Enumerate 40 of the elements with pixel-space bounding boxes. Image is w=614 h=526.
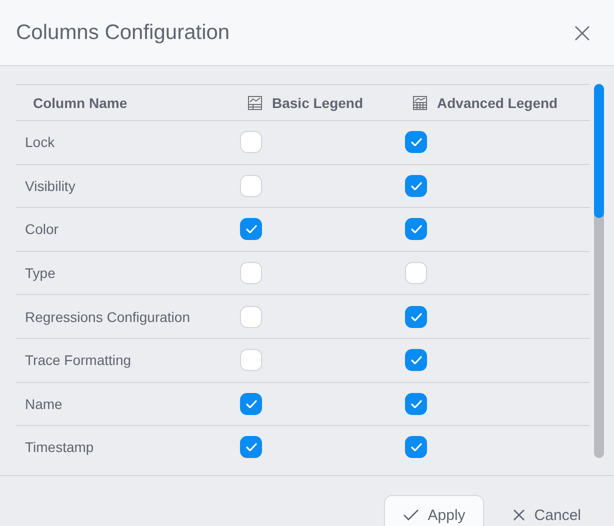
check-icon xyxy=(410,312,422,321)
scrollbar[interactable] xyxy=(594,84,604,458)
checkbox[interactable] xyxy=(405,436,427,458)
column-name: Timestamp xyxy=(24,439,95,456)
cancel-button[interactable]: Cancel xyxy=(494,495,600,526)
column-name: Lock xyxy=(24,134,56,150)
checkbox[interactable] xyxy=(240,218,262,240)
checkbox[interactable] xyxy=(405,306,427,328)
check-icon xyxy=(410,400,422,408)
column-name: Type xyxy=(24,265,56,282)
checkbox[interactable] xyxy=(405,131,427,154)
checkbox[interactable] xyxy=(240,392,262,415)
check-icon xyxy=(246,225,256,234)
checkbox[interactable] xyxy=(405,218,427,240)
check-icon xyxy=(410,225,422,234)
column-name: Name xyxy=(24,396,64,412)
chart-icon xyxy=(248,96,262,110)
column-header: Advanced Legend xyxy=(437,94,558,110)
close-icon xyxy=(513,509,526,521)
checkbox[interactable] xyxy=(405,349,427,372)
checkbox[interactable] xyxy=(405,174,427,197)
column-header: Basic Legend xyxy=(272,94,364,110)
check-icon xyxy=(410,356,422,364)
close-button[interactable]: × xyxy=(566,18,598,46)
check-icon xyxy=(410,182,422,190)
apply-button[interactable]: Apply xyxy=(384,495,484,526)
check-icon xyxy=(246,400,256,408)
check-icon xyxy=(410,138,422,146)
checkbox[interactable] xyxy=(405,392,427,415)
column-name: Visibility xyxy=(24,178,76,194)
column-name: Regressions Configuration xyxy=(24,308,191,325)
check-icon xyxy=(402,509,419,521)
column-header: Column Name xyxy=(32,94,128,110)
grid-chart-icon xyxy=(413,96,427,110)
checkbox[interactable] xyxy=(240,436,262,458)
column-name: Trace Formatting xyxy=(24,352,132,368)
column-name: Color xyxy=(24,221,60,238)
dialog-title: Columns Configuration xyxy=(16,20,230,44)
check-icon xyxy=(410,443,422,452)
check-icon xyxy=(246,443,256,452)
